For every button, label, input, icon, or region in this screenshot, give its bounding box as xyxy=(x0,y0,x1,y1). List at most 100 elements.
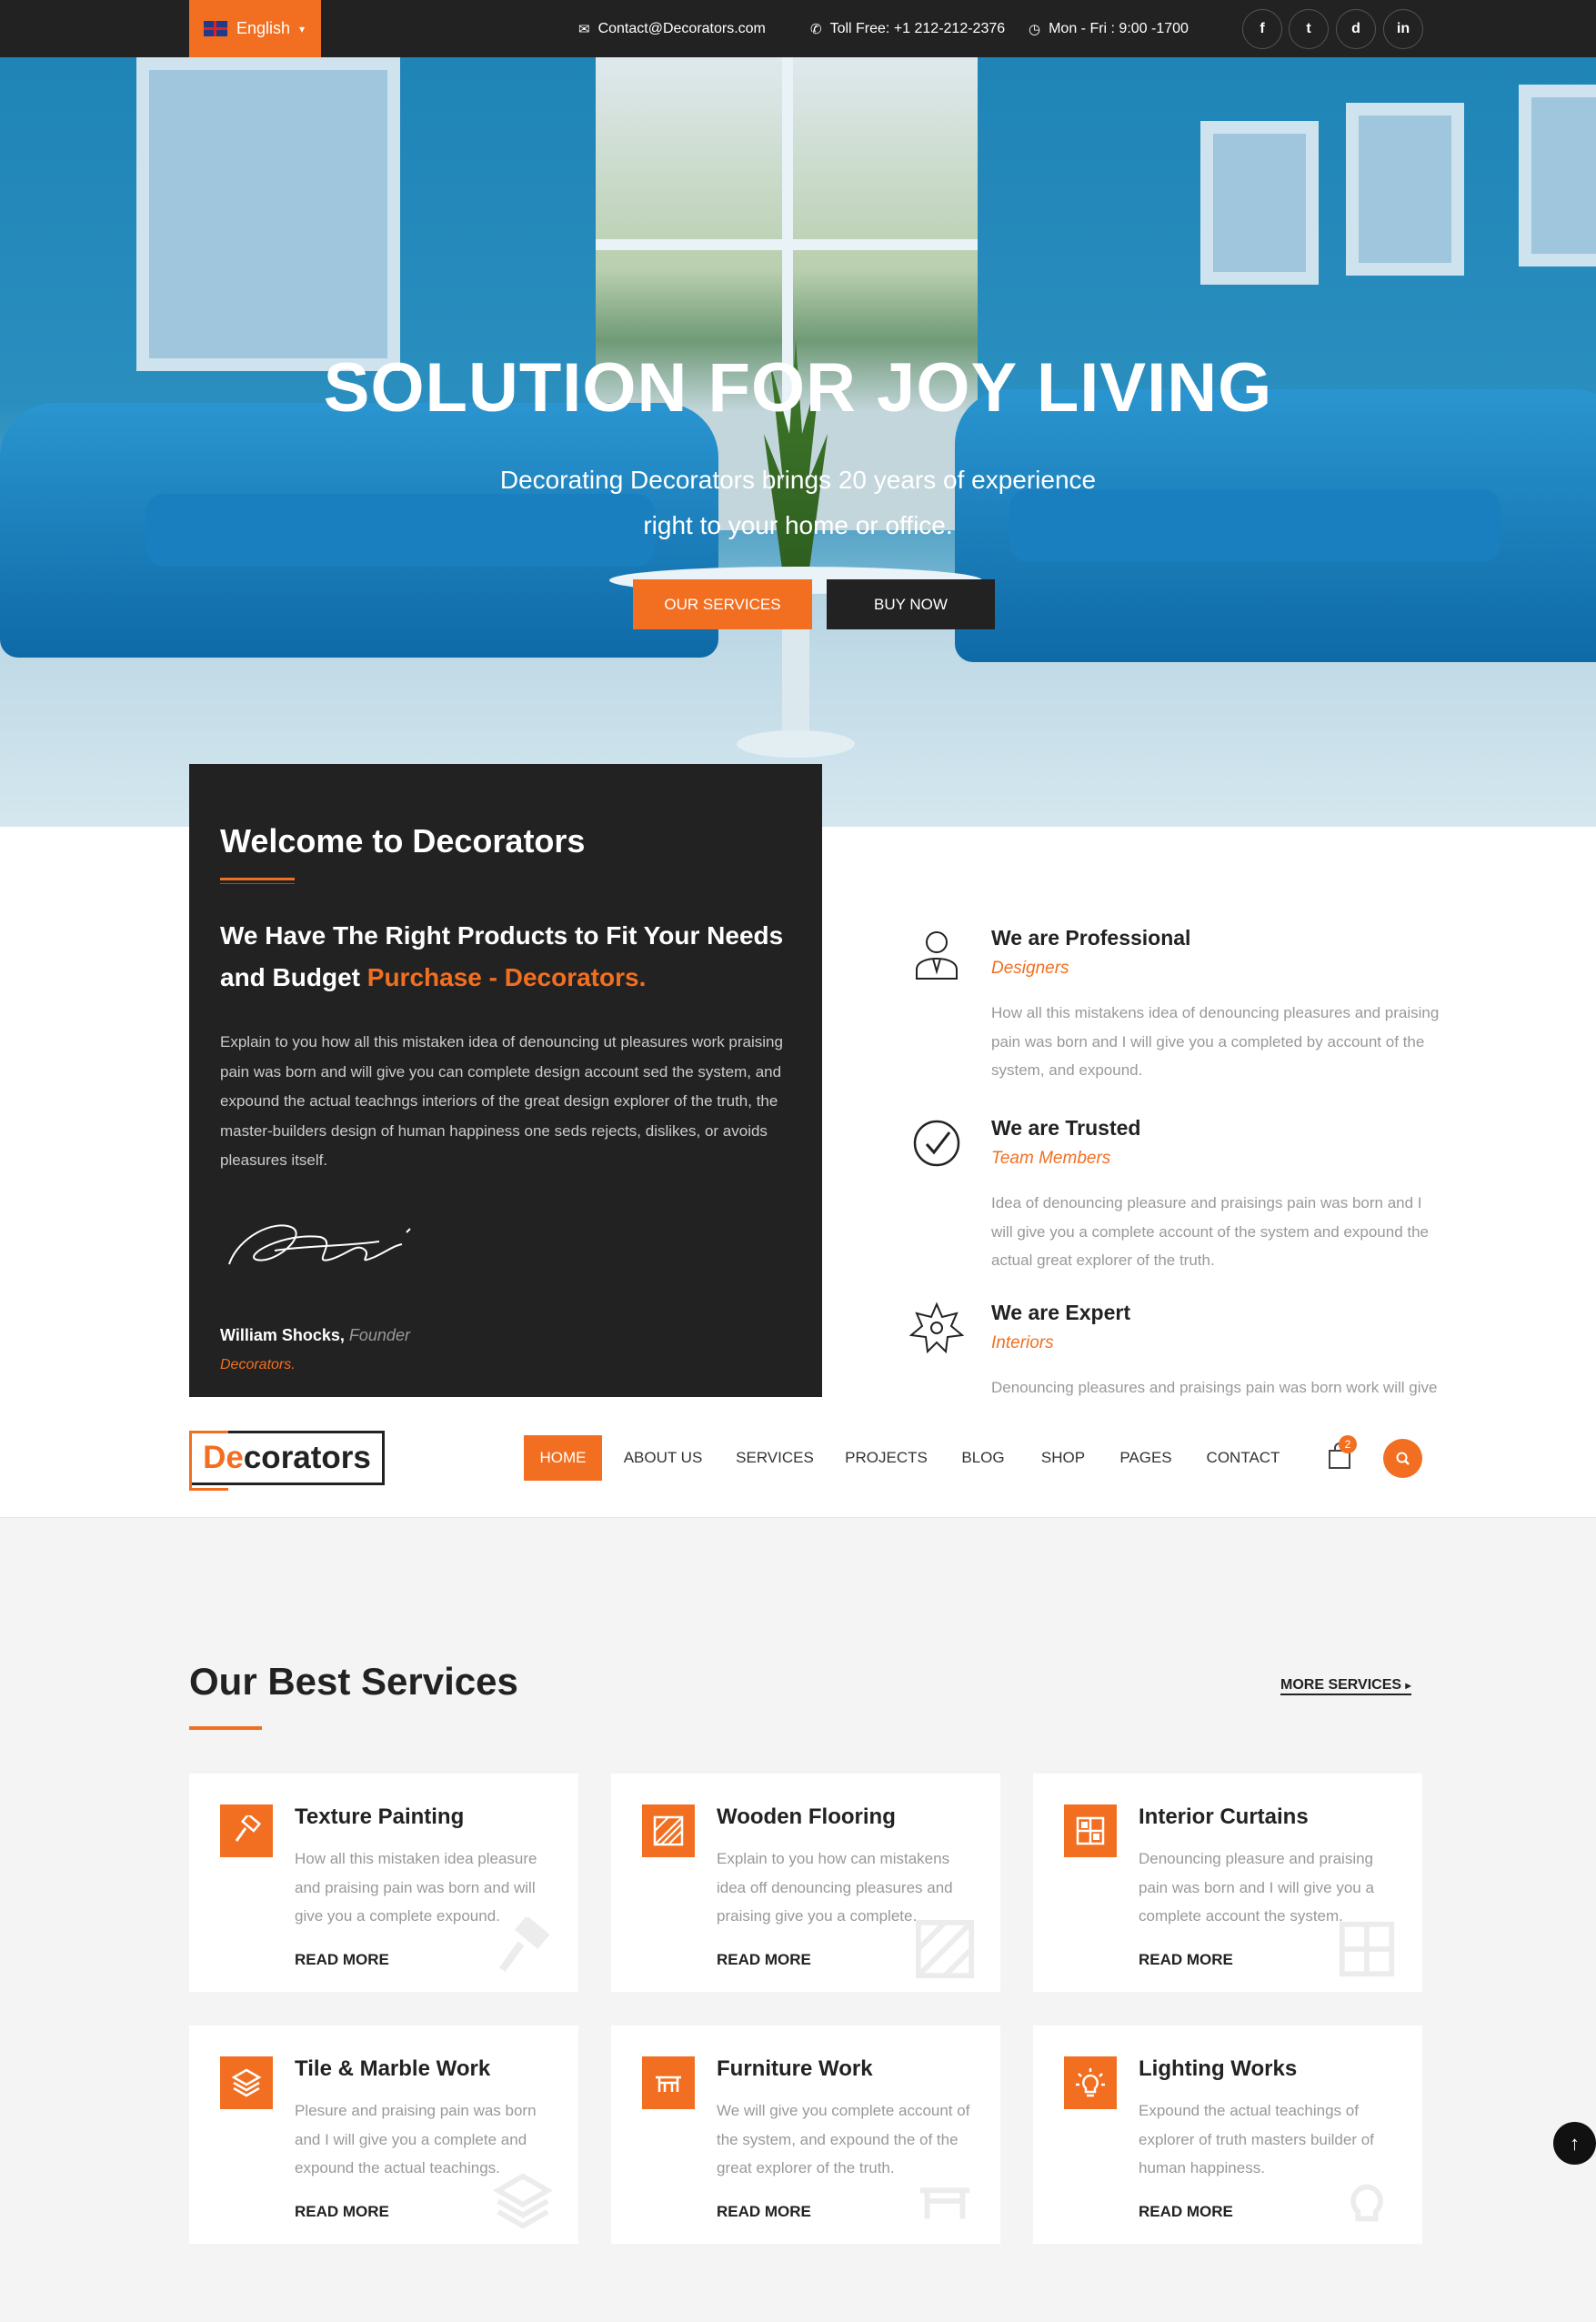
feature-subtitle: Interiors xyxy=(991,1333,1054,1352)
nav-about-us[interactable]: ABOUT US xyxy=(616,1435,710,1481)
light-bulb-watermark-icon xyxy=(1350,2184,1383,2222)
feature-trusted: We are Trusted Team Members Idea of deno… xyxy=(909,1116,1455,1280)
founder-role: Founder xyxy=(348,1326,410,1344)
hero-subtitle: Decorating Decorators brings 20 years of… xyxy=(0,457,1596,548)
furniture-table-icon xyxy=(642,2056,695,2109)
feature-title: We are Trusted xyxy=(991,1116,1141,1140)
star-badge-icon xyxy=(909,1302,964,1354)
facebook-icon[interactable]: f xyxy=(1242,9,1282,49)
service-title: Interior Curtains xyxy=(1139,1804,1309,1829)
service-card: Tile & Marble Work Plesure and praising … xyxy=(189,2025,578,2244)
wall-frame xyxy=(136,57,400,371)
logo-rest: corators xyxy=(243,1440,371,1475)
email-text: Contact@Decorators.com xyxy=(597,20,766,36)
feature-subtitle: Team Members xyxy=(991,1149,1111,1168)
wall-frame xyxy=(1519,85,1596,266)
read-more-link[interactable]: READ MORE xyxy=(1139,2203,1233,2221)
service-title: Texture Painting xyxy=(295,1804,465,1829)
wall-frame xyxy=(1200,121,1319,285)
more-services-label: MORE SERVICES xyxy=(1280,1677,1402,1693)
our-services-button[interactable]: OUR SERVICES xyxy=(633,579,812,629)
welcome-headline: We Have The Right Products to Fit Your N… xyxy=(220,915,802,999)
page: English ▾ ✉ Contact@Decorators.com ✆ Tol… xyxy=(0,0,1596,2322)
linkedin-icon[interactable]: in xyxy=(1383,9,1423,49)
hero-subtitle-line: right to your home or office. xyxy=(643,511,953,539)
nav-blog[interactable]: BLOG xyxy=(951,1435,1015,1481)
nav-contact[interactable]: CONTACT xyxy=(1198,1435,1289,1481)
read-more-link[interactable]: READ MORE xyxy=(717,1951,811,1969)
scroll-to-top-button[interactable]: ↑ xyxy=(1553,2122,1596,2165)
phone-text: Toll Free: +1 212-212-2376 xyxy=(829,20,1006,36)
nav-projects[interactable]: PROJECTS xyxy=(838,1435,934,1481)
read-more-link[interactable]: READ MORE xyxy=(295,2203,389,2221)
service-title: Tile & Marble Work xyxy=(295,2056,491,2081)
service-title: Furniture Work xyxy=(717,2056,873,2081)
nav-shop[interactable]: SHOP xyxy=(1032,1435,1094,1481)
nav-home[interactable]: HOME xyxy=(524,1435,602,1481)
top-bar: English ▾ ✉ Contact@Decorators.com ✆ Tol… xyxy=(0,0,1596,57)
founder-name: William Shocks, Founder xyxy=(220,1326,410,1345)
phone-icon: ✆ xyxy=(810,21,822,37)
logo-accent: De xyxy=(203,1440,244,1475)
search-icon xyxy=(1396,1452,1410,1465)
welcome-title: Welcome to Decorators xyxy=(220,822,586,859)
tile-layers-icon xyxy=(220,2056,273,2109)
title-underline xyxy=(220,883,295,884)
hero-subtitle-line: Decorating Decorators brings 20 years of… xyxy=(499,466,1097,494)
service-card: Texture Painting How all this mistaken i… xyxy=(189,1774,578,1992)
hero-banner: SOLUTION FOR JOY LIVING Decorating Decor… xyxy=(0,57,1596,827)
nav-pages[interactable]: PAGES xyxy=(1111,1435,1180,1481)
feature-title: We are Expert xyxy=(991,1301,1130,1324)
feature-expert-clip: We are Expert Interiors Denouncing pleas… xyxy=(909,1301,1455,1399)
chevron-down-icon: ▾ xyxy=(299,22,306,35)
twitter-icon[interactable]: t xyxy=(1289,9,1329,49)
search-button[interactable] xyxy=(1383,1439,1422,1478)
hero-title: SOLUTION FOR JOY LIVING xyxy=(323,349,1273,427)
uk-flag-icon xyxy=(204,21,227,36)
service-card: Wooden Flooring Explain to you how can m… xyxy=(611,1774,1000,1992)
cart-count-badge: 2 xyxy=(1339,1435,1357,1453)
service-card: Furniture Work We will give you complete… xyxy=(611,2025,1000,2244)
tile-watermark-icon xyxy=(492,2173,554,2229)
flooring-watermark-icon xyxy=(915,1919,975,1979)
founder-company: Decorators. xyxy=(220,1357,296,1372)
more-services-link[interactable]: MORE SERVICES ▸ xyxy=(1280,1677,1411,1695)
main-navigation: De corators HOME ABOUT US SERVICES PROJEC… xyxy=(0,1397,1596,1518)
feature-expert: We are Expert Interiors Denouncing pleas… xyxy=(909,1301,1455,1399)
feature-subtitle: Designers xyxy=(991,959,1069,978)
read-more-link[interactable]: READ MORE xyxy=(295,1951,389,1969)
opening-hours: ◷ Mon - Fri : 9:00 -1700 xyxy=(1029,0,1189,57)
nav-services[interactable]: SERVICES xyxy=(728,1435,822,1481)
welcome-body: Explain to you how all this mistaken ide… xyxy=(220,1033,783,1169)
light-bulb-icon xyxy=(1064,2056,1117,2109)
site-logo[interactable]: De corators xyxy=(189,1431,385,1491)
title-underline xyxy=(220,878,295,880)
caret-right-icon: ▸ xyxy=(1405,1679,1411,1692)
feature-professional: We are Professional Designers How all th… xyxy=(909,926,1455,1090)
headline-accent: Purchase - Decorators. xyxy=(366,963,647,991)
services-title: Our Best Services xyxy=(189,1660,518,1703)
read-more-link[interactable]: READ MORE xyxy=(717,2203,811,2221)
professional-person-icon xyxy=(916,931,958,980)
feature-description: How all this mistakens idea of denouncin… xyxy=(991,1004,1440,1079)
check-circle-icon xyxy=(913,1120,960,1167)
service-title: Lighting Works xyxy=(1139,2056,1298,2081)
contact-email[interactable]: ✉ Contact@Decorators.com xyxy=(578,0,766,57)
founder-name-text: William Shocks, xyxy=(220,1326,345,1344)
hours-text: Mon - Fri : 9:00 -1700 xyxy=(1049,20,1189,36)
buy-now-button[interactable]: BUY NOW xyxy=(827,579,995,629)
arrow-up-icon: ↑ xyxy=(1570,2131,1580,2155)
services-title-underline xyxy=(189,1726,262,1730)
clock-icon: ◷ xyxy=(1029,21,1041,37)
read-more-link[interactable]: READ MORE xyxy=(1139,1951,1233,1969)
language-selector[interactable]: English ▾ xyxy=(189,0,321,57)
contact-phone: ✆ Toll Free: +1 212-212-2376 xyxy=(810,0,1005,57)
service-card: Lighting Works Expound the actual teachi… xyxy=(1033,2025,1422,2244)
envelope-icon: ✉ xyxy=(578,21,590,37)
coffee-table-base xyxy=(737,730,855,758)
feature-title: We are Professional xyxy=(991,926,1191,950)
dribbble-icon[interactable]: d xyxy=(1336,9,1376,49)
feature-description: Idea of denouncing pleasure and praising… xyxy=(991,1194,1430,1269)
wall-frame xyxy=(1346,103,1464,276)
flooring-icon xyxy=(642,1804,695,1857)
